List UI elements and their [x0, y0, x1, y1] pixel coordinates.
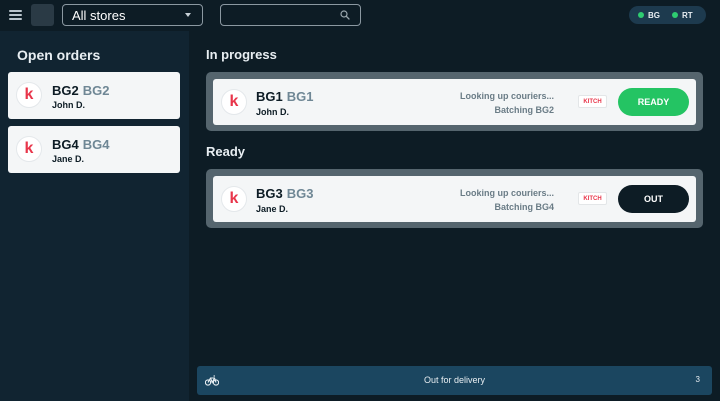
open-order-card[interactable]: k BG4 BG4 Jane D. — [8, 126, 180, 173]
store-select[interactable]: All stores — [62, 4, 203, 26]
order-id-main: BG3 — [256, 186, 283, 201]
search-box — [220, 4, 361, 26]
kitchen-tag: KITCH — [578, 95, 607, 108]
brand-avatar: k — [221, 186, 247, 212]
in-progress-title: In progress — [206, 47, 277, 62]
brand-avatar: k — [16, 82, 42, 108]
store-status-code: RT — [682, 10, 693, 20]
batching-status: Batching BG4 — [494, 202, 554, 212]
ready-group: k BG3 BG3 Jane D. Looking up couriers... … — [206, 169, 703, 228]
open-order-card[interactable]: k BG2 BG2 John D. — [8, 72, 180, 119]
search-input[interactable] — [221, 5, 336, 25]
customer-name: Jane D. — [256, 204, 289, 214]
store-status-code: BG — [648, 10, 660, 20]
out-for-delivery-bar[interactable]: Out for delivery 3 — [197, 366, 712, 395]
order-id: BG4 BG4 — [52, 137, 109, 152]
out-button[interactable]: OUT — [618, 185, 689, 213]
store-status-pill[interactable]: BG RT — [629, 6, 706, 24]
order-id-sub: BG3 — [286, 186, 314, 201]
customer-name: Jane D. — [52, 154, 85, 164]
brand-avatar: k — [221, 89, 247, 115]
order-id-sub: BG4 — [82, 137, 110, 152]
order-id-sub: BG1 — [286, 89, 314, 104]
order-id: BG1 BG1 — [256, 89, 313, 104]
store-select-value: All stores — [72, 7, 126, 23]
sidebar-title: Open orders — [17, 47, 101, 63]
customer-name: John D. — [52, 100, 85, 110]
top-bar: All stores BG RT — [0, 0, 720, 31]
sidebar: Open orders k BG2 BG2 John D. k BG4 BG4 Ja… — [0, 31, 189, 401]
order-id: BG3 BG3 — [256, 186, 313, 201]
order-id-main: BG1 — [256, 89, 283, 104]
ready-button[interactable]: READY — [618, 88, 689, 116]
order-card[interactable]: k BG3 BG3 Jane D. Looking up couriers... … — [213, 176, 696, 222]
app-logo — [31, 4, 54, 26]
store-status-rt: RT — [672, 11, 693, 20]
order-id: BG2 BG2 — [52, 83, 109, 98]
order-id-main: BG2 — [52, 83, 79, 98]
ready-title: Ready — [206, 144, 246, 159]
kitchen-tag: KITCH — [578, 192, 607, 205]
delivery-label: Out for delivery — [423, 375, 486, 385]
order-card[interactable]: k BG1 BG1 John D. Looking up couriers... … — [213, 79, 696, 125]
menu-icon[interactable] — [9, 10, 22, 20]
search-icon[interactable] — [340, 10, 350, 20]
brand-avatar: k — [16, 136, 42, 162]
store-status-bg: BG — [638, 11, 660, 20]
customer-name: John D. — [256, 107, 289, 117]
batching-status: Batching BG2 — [494, 105, 554, 115]
order-id-main: BG4 — [52, 137, 79, 152]
status-dot-icon — [672, 12, 678, 18]
order-id-sub: BG2 — [82, 83, 110, 98]
courier-status: Looking up couriers... — [459, 91, 554, 101]
delivery-count: 3 — [695, 375, 700, 384]
chevron-down-icon — [185, 13, 191, 17]
status-dot-icon — [638, 12, 644, 18]
courier-status: Looking up couriers... — [459, 188, 554, 198]
in-progress-group: k BG1 BG1 John D. Looking up couriers... … — [206, 72, 703, 131]
